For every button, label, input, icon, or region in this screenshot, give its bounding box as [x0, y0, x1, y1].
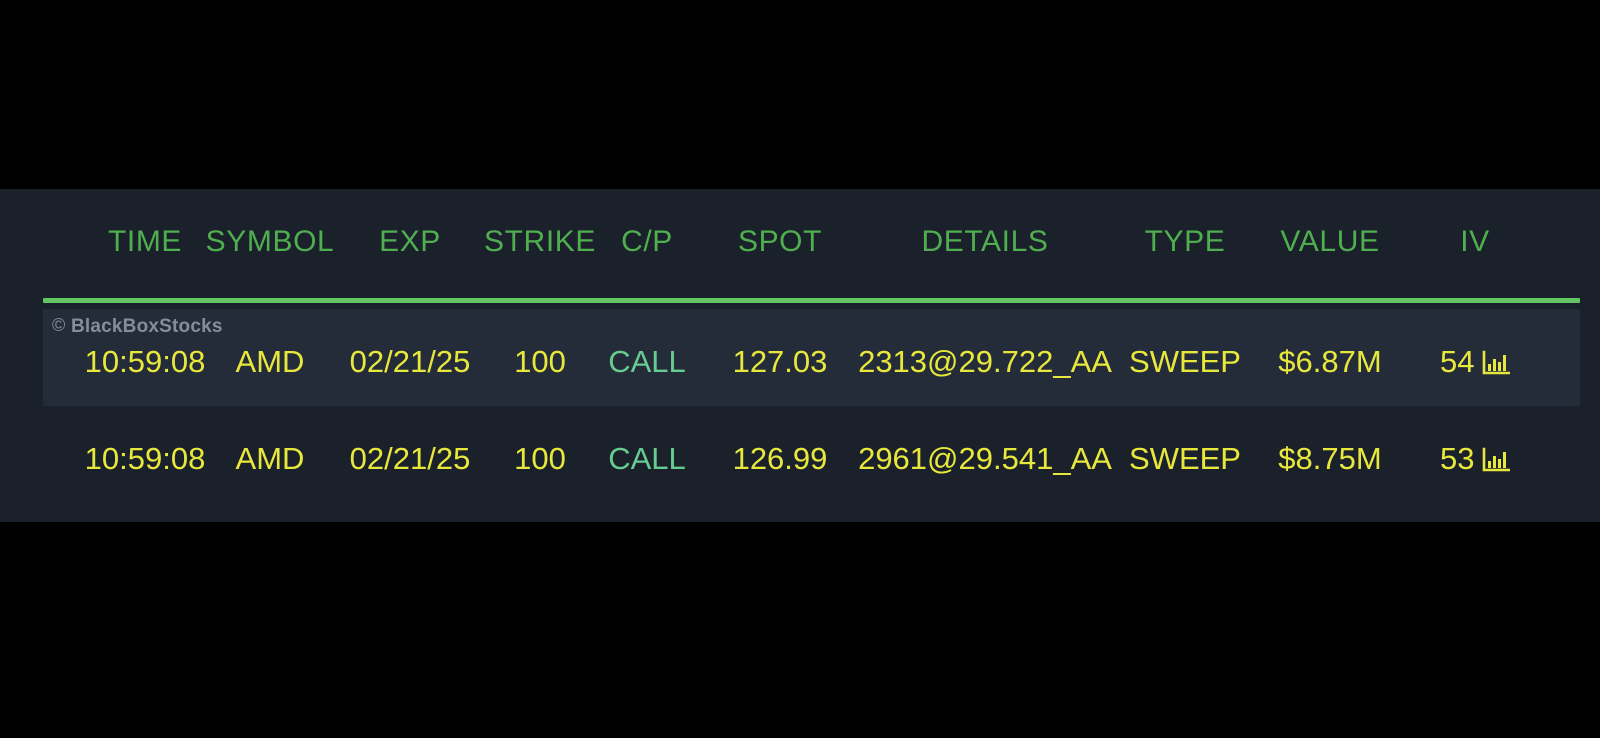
table-row[interactable]: © BlackBoxStocks 10:59:08 AMD 02/21/25 1… — [0, 309, 1600, 406]
column-header-iv[interactable]: IV — [1420, 225, 1530, 259]
cell-value: $8.75M — [1278, 441, 1382, 476]
header-divider-rule — [43, 298, 1580, 303]
column-header-spot[interactable]: SPOT — [700, 225, 860, 259]
column-header-details[interactable]: DETAILS — [850, 225, 1120, 259]
bar-chart-icon[interactable] — [1482, 447, 1511, 473]
cell-strike: 100 — [514, 441, 566, 476]
cell-cp: CALL — [608, 441, 686, 476]
cell-spot: 127.03 — [732, 344, 828, 379]
cell-type: SWEEP — [1129, 441, 1241, 476]
cell-strike: 100 — [514, 344, 566, 379]
cell-iv: 54 — [1440, 344, 1511, 380]
watermark-label: BlackBoxStocks — [70, 316, 223, 337]
cell-iv: 53 — [1440, 441, 1511, 477]
cell-type: SWEEP — [1129, 344, 1241, 379]
cell-value: $6.87M — [1278, 344, 1382, 379]
options-flow-panel: TIME SYMBOL EXP STRIKE C/P SPOT DETAILS … — [0, 189, 1600, 522]
watermark-blackboxstocks: © BlackBoxStocks — [52, 315, 223, 338]
column-header-strike[interactable]: STRIKE — [470, 225, 610, 259]
bar-chart-icon[interactable] — [1482, 350, 1511, 376]
screen-root: TIME SYMBOL EXP STRIKE C/P SPOT DETAILS … — [0, 0, 1600, 738]
cell-details: 2313@29.722_AA — [858, 344, 1112, 379]
iv-value: 54 — [1440, 344, 1475, 379]
copyright-icon: © — [52, 315, 66, 335]
table-body: © BlackBoxStocks 10:59:08 AMD 02/21/25 1… — [0, 309, 1600, 503]
column-header-type[interactable]: TYPE — [1115, 225, 1255, 259]
cell-spot: 126.99 — [732, 441, 828, 476]
table-header-row: TIME SYMBOL EXP STRIKE C/P SPOT DETAILS … — [0, 189, 1600, 299]
column-header-value[interactable]: VALUE — [1245, 225, 1415, 259]
iv-value: 53 — [1440, 441, 1475, 476]
column-header-cp[interactable]: C/P — [592, 225, 702, 259]
cell-details: 2961@29.541_AA — [858, 441, 1112, 476]
cell-cp: CALL — [608, 344, 686, 379]
table-row[interactable]: 10:59:08 AMD 02/21/25 100 CALL 126.99 29… — [0, 406, 1600, 503]
